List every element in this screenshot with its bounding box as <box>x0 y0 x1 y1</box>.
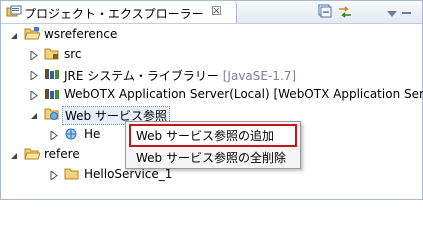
expanded-arrow-icon[interactable] <box>10 149 18 163</box>
tree-row-reference-project[interactable]: refere <box>0 144 130 164</box>
menu-item-label: Web サービス参照の全削除 <box>136 151 286 165</box>
library-icon <box>44 87 60 104</box>
collapsed-arrow-icon[interactable] <box>30 89 38 103</box>
minimize-icon[interactable] <box>402 7 412 21</box>
context-menu: Web サービス参照の追加 Web サービス参照の全削除 <box>125 121 301 169</box>
jre-version-label: [JavaSE-1.7] <box>222 69 297 83</box>
tab-project-explorer[interactable]: プロジェクト・エクスプローラー ☒ <box>1 1 237 23</box>
service-icon <box>64 127 80 144</box>
web-service-folder-icon <box>44 107 60 124</box>
tree-item-label: src <box>64 47 82 61</box>
tree-row-jre-library[interactable]: JRE システム・ライブラリー [JavaSE-1.7] <box>0 64 423 84</box>
collapsed-arrow-icon[interactable] <box>30 49 38 63</box>
tree-item-label: WebOTX Application Server(Local) [WebOTX… <box>64 87 423 101</box>
project-explorer-icon <box>6 5 22 22</box>
project-tree: wsreference src JRE システム・ライブラリー [JavaSE-… <box>0 24 423 200</box>
tree-item-label: refere <box>44 147 80 161</box>
open-project-folder-icon <box>24 147 41 164</box>
source-folder-icon <box>44 47 60 64</box>
library-icon <box>44 67 60 84</box>
view-title-bar: プロジェクト・エクスプローラー ☒ <box>1 1 422 24</box>
tree-item-label: HelloService_1 <box>84 167 173 181</box>
collapsed-arrow-icon[interactable] <box>30 69 38 83</box>
tree-row-wsreference[interactable]: wsreference <box>0 24 423 44</box>
tree-row-hello-service[interactable]: He <box>0 124 130 144</box>
tree-item-label: JRE システム・ライブラリー [JavaSE-1.7] <box>64 69 297 83</box>
expanded-arrow-icon[interactable] <box>30 109 38 123</box>
collapse-all-icon[interactable] <box>318 4 332 21</box>
tree-item-label: He <box>84 127 101 141</box>
expanded-arrow-icon[interactable] <box>10 29 18 43</box>
link-with-editor-icon[interactable] <box>337 4 353 23</box>
tree-row-src[interactable]: src <box>0 44 423 64</box>
collapsed-arrow-icon[interactable] <box>50 169 58 183</box>
view-tab-title: プロジェクト・エクスプローラー <box>24 7 204 21</box>
tree-row-webotx-server[interactable]: WebOTX Application Server(Local) [WebOTX… <box>0 84 423 104</box>
open-project-folder-icon <box>24 27 41 44</box>
view-menu-icon[interactable] <box>387 7 397 21</box>
menu-item-add-web-service-reference[interactable]: Web サービス参照の追加 <box>129 124 297 147</box>
menu-item-label: Web サービス参照の追加 <box>136 129 274 143</box>
collapsed-arrow-icon[interactable] <box>50 129 58 143</box>
folder-icon <box>64 167 80 184</box>
close-icon[interactable]: ☒ <box>211 4 222 18</box>
menu-item-remove-all-web-service-references[interactable]: Web サービス参照の全削除 <box>136 149 286 169</box>
tree-item-label: wsreference <box>44 27 118 41</box>
